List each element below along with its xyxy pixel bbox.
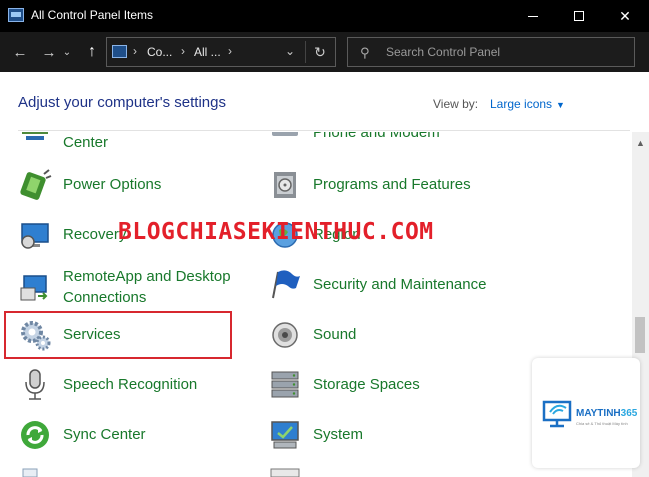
storage-spaces-icon bbox=[271, 371, 299, 398]
item-system[interactable]: System bbox=[268, 416, 508, 456]
page-title: Adjust your computer's settings bbox=[18, 94, 226, 111]
item-sound[interactable]: Sound bbox=[268, 316, 508, 356]
logo-name: MAYTINH365 bbox=[576, 408, 637, 419]
maytinh365-logo-icon bbox=[542, 400, 572, 428]
item-label: Sound bbox=[313, 326, 357, 343]
power-options-icon bbox=[20, 169, 52, 200]
address-dropdown-icon[interactable]: ⌄ bbox=[285, 44, 295, 58]
control-panel-small-icon bbox=[112, 45, 127, 58]
minimize-button[interactable] bbox=[510, 0, 556, 32]
control-panel-app-icon bbox=[8, 8, 24, 22]
forward-button[interactable]: → bbox=[37, 40, 61, 64]
breadcrumb-control-panel[interactable]: Co... bbox=[147, 45, 172, 59]
item-label: Recovery bbox=[63, 226, 127, 243]
item-speech-recognition[interactable]: Speech Recognition bbox=[18, 366, 258, 406]
scroll-up-icon[interactable]: ▲ bbox=[636, 138, 645, 148]
view-by-label: View by: bbox=[433, 97, 479, 111]
close-icon: ✕ bbox=[619, 7, 631, 24]
programs-features-icon bbox=[274, 172, 296, 198]
item-phone-and-modem[interactable]: Phone and Modem bbox=[268, 132, 508, 160]
item-sync-center[interactable]: Sync Center bbox=[18, 416, 258, 456]
chevron-down-icon: ⌄ bbox=[62, 46, 72, 58]
title-bar: All Control Panel Items ✕ bbox=[0, 0, 649, 32]
item-label-line2: Connections bbox=[63, 289, 147, 306]
item-label: Phone and Modem bbox=[313, 132, 440, 141]
breadcrumb-separator-icon: › bbox=[133, 44, 137, 58]
caret-down-icon: ▼ bbox=[556, 100, 565, 110]
refresh-button[interactable]: ↻ bbox=[309, 42, 331, 62]
phone-modem-icon bbox=[272, 132, 298, 136]
logo-number-text: 365 bbox=[620, 408, 638, 419]
item-storage-spaces[interactable]: Storage Spaces bbox=[268, 366, 508, 406]
item-label: Power Options bbox=[63, 176, 162, 193]
item-power-options[interactable]: Power Options bbox=[18, 166, 258, 206]
item-label: Sync Center bbox=[63, 426, 146, 443]
search-icon: ⚲ bbox=[360, 45, 370, 60]
logo-tagline: Chia sẻ & Thủ thuật Máy tính bbox=[576, 421, 628, 426]
item-label: System bbox=[313, 426, 364, 443]
recent-locations-button[interactable]: ⌄ bbox=[60, 40, 74, 64]
content-header: Adjust your computer's settings View by:… bbox=[0, 72, 649, 132]
network-sharing-center-icon bbox=[22, 132, 48, 140]
item-security-and-maintenance[interactable]: Security and Maintenance bbox=[268, 266, 508, 306]
item-remoteapp-desktop-connections[interactable]: RemoteApp and Desktop Connections bbox=[18, 266, 258, 312]
address-toolbar: ← → ⌄ ↑ › Co... › All ... › ⌄ ↻ ⚲ bbox=[0, 32, 649, 72]
sound-speaker-icon bbox=[272, 322, 298, 348]
logo-name-text: MAYTINH bbox=[576, 408, 621, 419]
microphone-icon bbox=[25, 369, 45, 400]
arrow-right-icon: → bbox=[41, 43, 57, 61]
sync-center-icon bbox=[21, 421, 49, 449]
address-box[interactable]: › Co... › All ... › ⌄ ↻ bbox=[106, 37, 336, 67]
scroll-thumb[interactable] bbox=[635, 317, 645, 353]
item-label: Programs and Features bbox=[313, 176, 471, 193]
search-input[interactable] bbox=[386, 43, 626, 61]
partial-item-icon bbox=[270, 468, 300, 477]
header-divider bbox=[18, 130, 630, 131]
arrow-up-icon: ↑ bbox=[88, 43, 96, 60]
item-programs-and-features[interactable]: Programs and Features bbox=[268, 166, 508, 206]
item-label: Storage Spaces bbox=[313, 376, 420, 393]
maximize-button[interactable] bbox=[556, 0, 602, 32]
item-network-sharing-center[interactable]: Center bbox=[18, 132, 258, 160]
item-label-line1: RemoteApp and Desktop bbox=[63, 268, 231, 285]
services-highlight-box bbox=[4, 311, 232, 359]
maytinh365-logo-card: MAYTINH365 Chia sẻ & Thủ thuật Máy tính bbox=[532, 358, 640, 468]
refresh-icon: ↻ bbox=[314, 43, 326, 60]
view-by-value: Large icons bbox=[490, 97, 553, 111]
item-label: Speech Recognition bbox=[63, 376, 198, 393]
remoteapp-icon bbox=[20, 275, 48, 301]
system-monitor-icon bbox=[271, 421, 299, 449]
search-box[interactable]: ⚲ bbox=[347, 37, 635, 67]
security-maintenance-flag-icon bbox=[272, 270, 300, 299]
close-button[interactable]: ✕ bbox=[602, 0, 648, 32]
watermark-text: BLOGCHIASEKIENTHUC.COM bbox=[118, 219, 434, 245]
minimize-icon bbox=[528, 15, 538, 17]
view-by-dropdown[interactable]: Large icons ▼ bbox=[490, 97, 565, 111]
address-divider bbox=[305, 41, 306, 63]
item-label: Center bbox=[63, 134, 109, 151]
breadcrumb-separator-icon: › bbox=[181, 44, 185, 58]
window-title: All Control Panel Items bbox=[31, 8, 154, 22]
breadcrumb-all-items[interactable]: All ... bbox=[194, 45, 221, 59]
breadcrumb-separator-icon: › bbox=[228, 44, 232, 58]
recovery-icon bbox=[21, 223, 49, 249]
maximize-icon bbox=[574, 11, 584, 21]
up-button[interactable]: ↑ bbox=[80, 40, 104, 64]
arrow-left-icon: ← bbox=[12, 43, 28, 61]
partial-item-icon bbox=[22, 468, 38, 477]
item-label: Security and Maintenance bbox=[313, 276, 487, 293]
back-button[interactable]: ← bbox=[8, 40, 32, 64]
